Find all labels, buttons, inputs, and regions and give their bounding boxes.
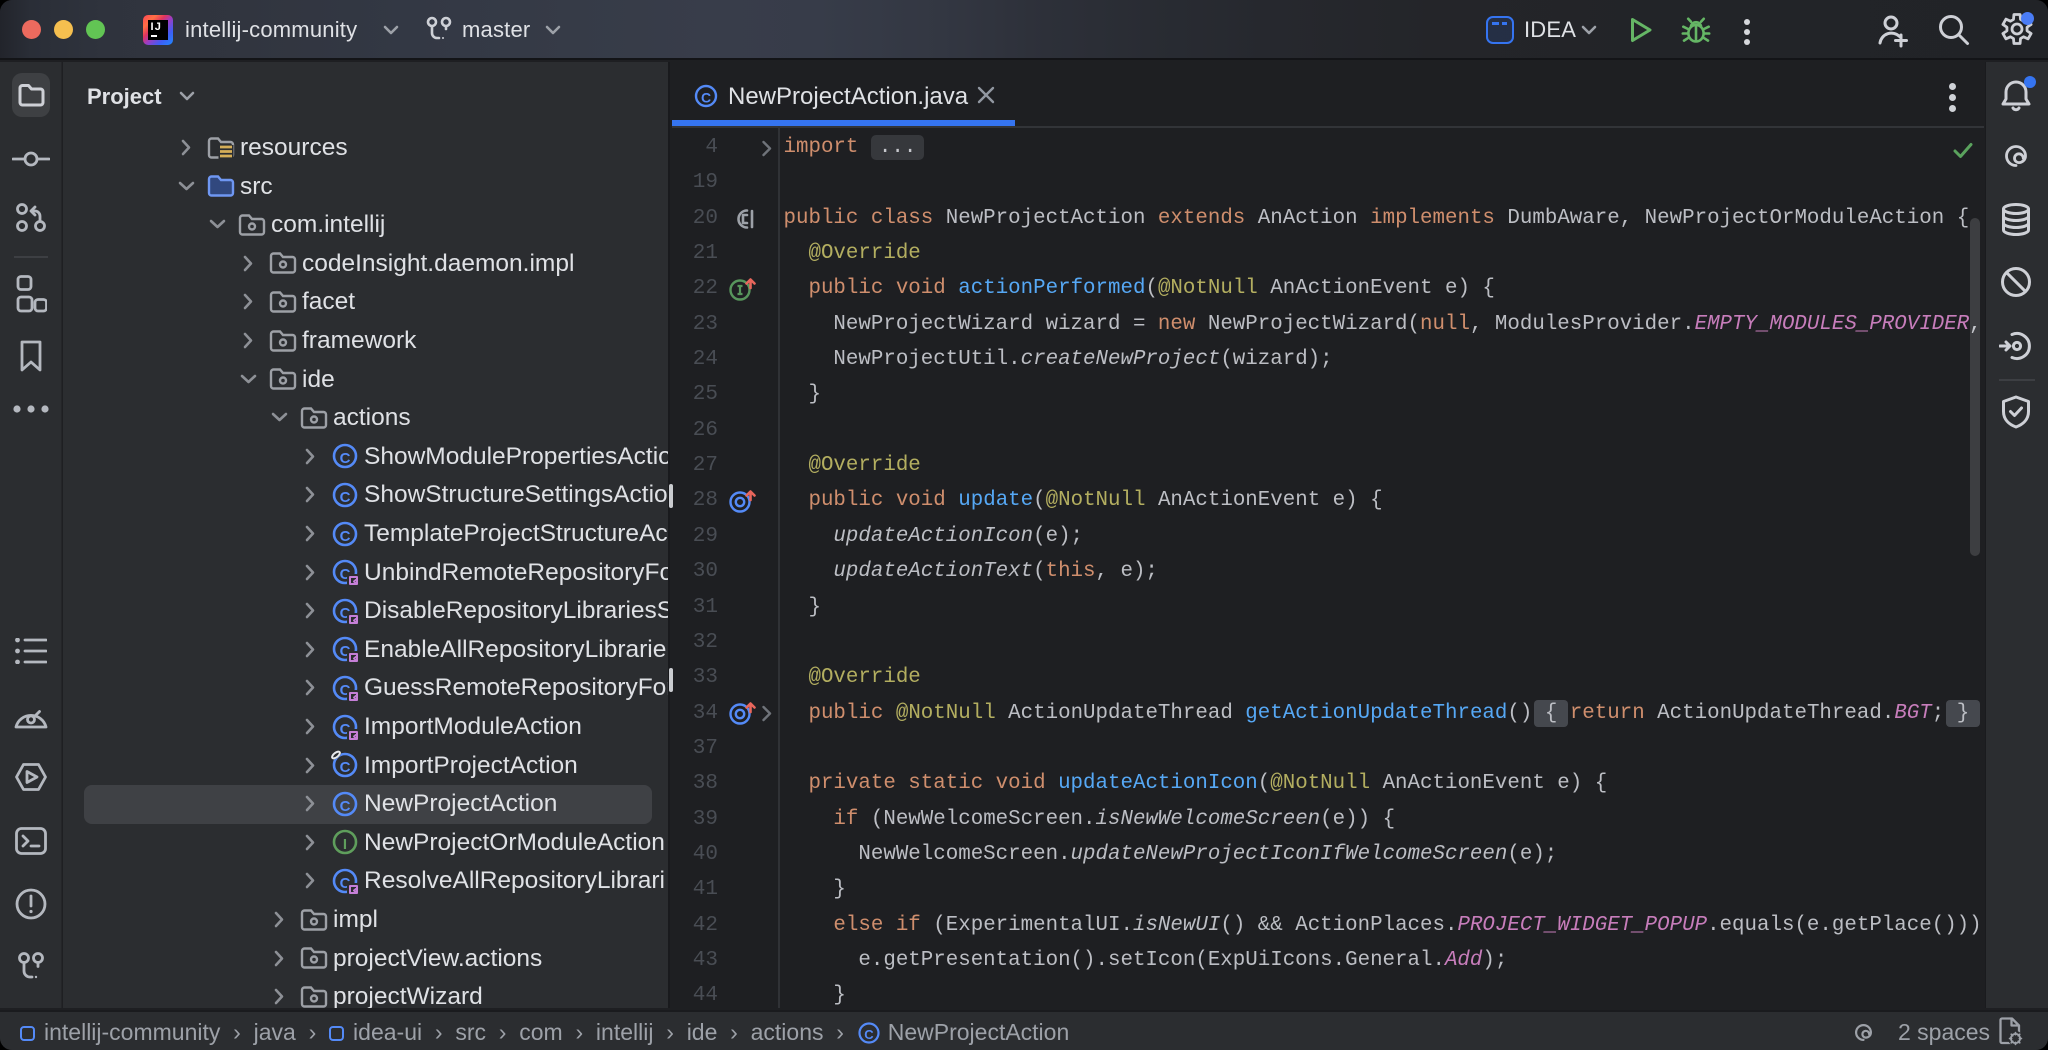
svg-text:C: C xyxy=(340,798,351,815)
svg-text:I: I xyxy=(343,836,347,853)
svg-text:C: C xyxy=(340,489,351,506)
svg-text:C: C xyxy=(864,1027,874,1042)
svg-text:C: C xyxy=(340,528,351,545)
svg-text:C: C xyxy=(340,759,351,776)
svg-text:C: C xyxy=(340,450,351,467)
svg-text:C: C xyxy=(701,90,711,106)
